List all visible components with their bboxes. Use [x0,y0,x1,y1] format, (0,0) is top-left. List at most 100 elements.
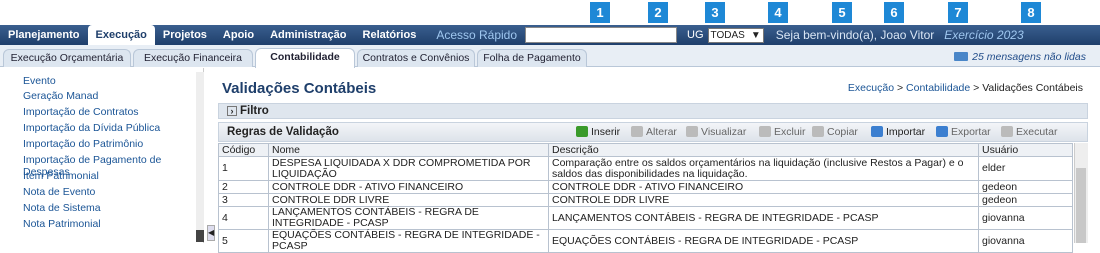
callout-marker-5: 5 [832,2,852,23]
callout-marker-2: 2 [648,2,668,23]
tab-contabilidade[interactable]: Contabilidade [255,48,355,68]
breadcrumb-execucao[interactable]: Execução [848,82,894,94]
sidebar-item-importacao-patrimonio[interactable]: Importação do Patrimônio [23,138,143,150]
cell-codigo: 1 [218,156,269,181]
sidebar-scroll-thumb[interactable] [196,230,204,242]
col-descricao[interactable]: Descrição [548,143,979,157]
import-label: Importar [886,126,926,138]
tab-execucao-financeira[interactable]: Execução Financeira [133,49,253,67]
cell-nome: CONTROLE DDR - ATIVO FINANCEIRO [268,180,549,194]
callout-marker-8: 8 [1021,2,1041,23]
export-icon [936,126,948,137]
cell-codigo: 3 [218,193,269,207]
tab-contratos-convenios[interactable]: Contratos e Convênios [357,49,475,67]
rules-table: Código Nome Descrição Usuário 1 DESPESA … [218,143,1073,253]
nav-projetos[interactable]: Projetos [155,25,215,45]
trash-icon [759,126,771,137]
callout-marker-6: 6 [884,2,904,23]
delete-button[interactable]: Excluir [759,126,806,138]
cell-descricao: LANÇAMENTOS CONTÁBEIS - REGRA DE INTEGRI… [548,206,979,230]
quick-access-label: Acesso Rápido [436,28,518,42]
rules-title: Regras de Validação [227,126,339,138]
callout-marker-1: 1 [590,2,610,23]
sidebar-item-nota-patrimonial[interactable]: Nota Patrimonial [23,218,101,230]
breadcrumb-sep: > [894,82,907,94]
ug-select[interactable]: TODAS ▼ [707,27,764,43]
plus-icon [576,126,588,137]
sidebar-item-item-patrimonial[interactable]: Item Patrimonial [23,170,99,182]
sidebar-item-nota-sistema[interactable]: Nota de Sistema [23,202,101,214]
cell-nome: EQUAÇÕES CONTÁBEIS - REGRA DE INTEGRIDAD… [268,229,549,253]
cell-codigo: 5 [218,229,269,253]
sidebar-item-importacao-divida[interactable]: Importação da Dívida Pública [23,122,160,134]
cell-usuario: giovanna [978,229,1073,253]
cell-descricao: Comparação entre os saldos orçamentários… [548,156,979,181]
cell-nome: LANÇAMENTOS CONTÁBEIS - REGRA DE INTEGRI… [268,206,549,230]
copy-button[interactable]: Copiar [812,126,858,138]
col-nome[interactable]: Nome [268,143,549,157]
main-content: Validações Contábeis Execução > Contabil… [215,68,1095,253]
table-row[interactable]: 1 DESPESA LIQUIDADA X DDR COMPROMETIDA P… [218,156,1073,181]
sidebar-item-geracao-manad[interactable]: Geração Manad [23,90,98,102]
view-label: Visualizar [701,126,747,138]
filter-panel-header[interactable]: › Filtro [218,103,1088,119]
cell-usuario: giovanna [978,206,1073,230]
unread-messages-link[interactable]: 25 mensagens não lidas [954,51,1086,63]
sidebar-scrollbar[interactable] [196,72,204,242]
nav-relatorios[interactable]: Relatórios [355,25,425,45]
import-icon [871,126,883,137]
nav-administracao[interactable]: Administração [262,25,354,45]
sidebar-item-importacao-contratos[interactable]: Importação de Contratos [23,106,139,118]
sidebar: Evento Geração Manad Importação de Contr… [0,68,204,243]
nav-execucao[interactable]: Execução [87,25,155,45]
cell-descricao: EQUAÇÕES CONTÁBEIS - REGRA DE INTEGRIDAD… [548,229,979,253]
callout-marker-4: 4 [768,2,788,23]
sub-tabs: Execução Orçamentária Execução Financeir… [0,45,1100,68]
sidebar-item-evento[interactable]: Evento [23,75,56,87]
nav-apoio[interactable]: Apoio [215,25,262,45]
nav-planejamento[interactable]: Planejamento [0,25,88,45]
gears-icon [1001,126,1013,137]
col-usuario[interactable]: Usuário [978,143,1073,157]
ug-select-value: TODAS [710,29,745,41]
cell-nome: DESPESA LIQUIDADA X DDR COMPROMETIDA POR… [268,156,549,181]
expand-arrow-icon[interactable]: › [227,106,237,116]
cell-usuario: elder [978,156,1073,181]
col-codigo[interactable]: Código [218,143,269,157]
callout-marker-7: 7 [948,2,968,23]
breadcrumb-current: Validações Contábeis [982,82,1083,94]
execute-label: Executar [1016,126,1058,138]
unread-messages-text: 25 mensagens não lidas [972,51,1086,63]
callout-markers: 1 2 3 4 5 6 7 8 [0,2,1100,24]
table-row[interactable]: 5 EQUAÇÕES CONTÁBEIS - REGRA DE INTEGRID… [218,229,1073,253]
quick-access-input[interactable] [525,27,678,43]
view-icon [686,126,698,137]
cell-nome: CONTROLE DDR LIVRE [268,193,549,207]
export-button[interactable]: Exportar [936,126,991,138]
chevron-down-icon: ▼ [750,29,761,41]
exercise-year[interactable]: Exercício 2023 [944,25,1023,45]
table-scroll-thumb[interactable] [1076,168,1086,243]
breadcrumb-contabilidade[interactable]: Contabilidade [906,82,970,94]
insert-button[interactable]: Inserir [576,126,620,138]
import-button[interactable]: Importar [871,126,925,138]
table-header-row: Código Nome Descrição Usuário [218,143,1073,157]
callout-marker-3: 3 [705,2,725,23]
cell-descricao: CONTROLE DDR - ATIVO FINANCEIRO [548,180,979,194]
sidebar-item-nota-evento[interactable]: Nota de Evento [23,186,95,198]
copy-label: Copiar [827,126,858,138]
cell-usuario: gedeon [978,180,1073,194]
cell-descricao: CONTROLE DDR LIVRE [548,193,979,207]
table-row[interactable]: 2 CONTROLE DDR - ATIVO FINANCEIRO CONTRO… [218,180,1073,194]
sidebar-collapse-button[interactable]: ◀ [207,225,215,241]
table-row[interactable]: 4 LANÇAMENTOS CONTÁBEIS - REGRA DE INTEG… [218,206,1073,230]
edit-button[interactable]: Alterar [631,126,677,138]
envelope-icon [954,52,969,61]
table-row[interactable]: 3 CONTROLE DDR LIVRE CONTROLE DDR LIVRE … [218,193,1073,207]
tab-folha-pagamento[interactable]: Folha de Pagamento [477,49,587,67]
view-button[interactable]: Visualizar [686,126,746,138]
cell-codigo: 4 [218,206,269,230]
tab-execucao-orcamentaria[interactable]: Execução Orçamentária [3,49,131,67]
execute-button[interactable]: Executar [1001,126,1057,138]
cell-codigo: 2 [218,180,269,194]
